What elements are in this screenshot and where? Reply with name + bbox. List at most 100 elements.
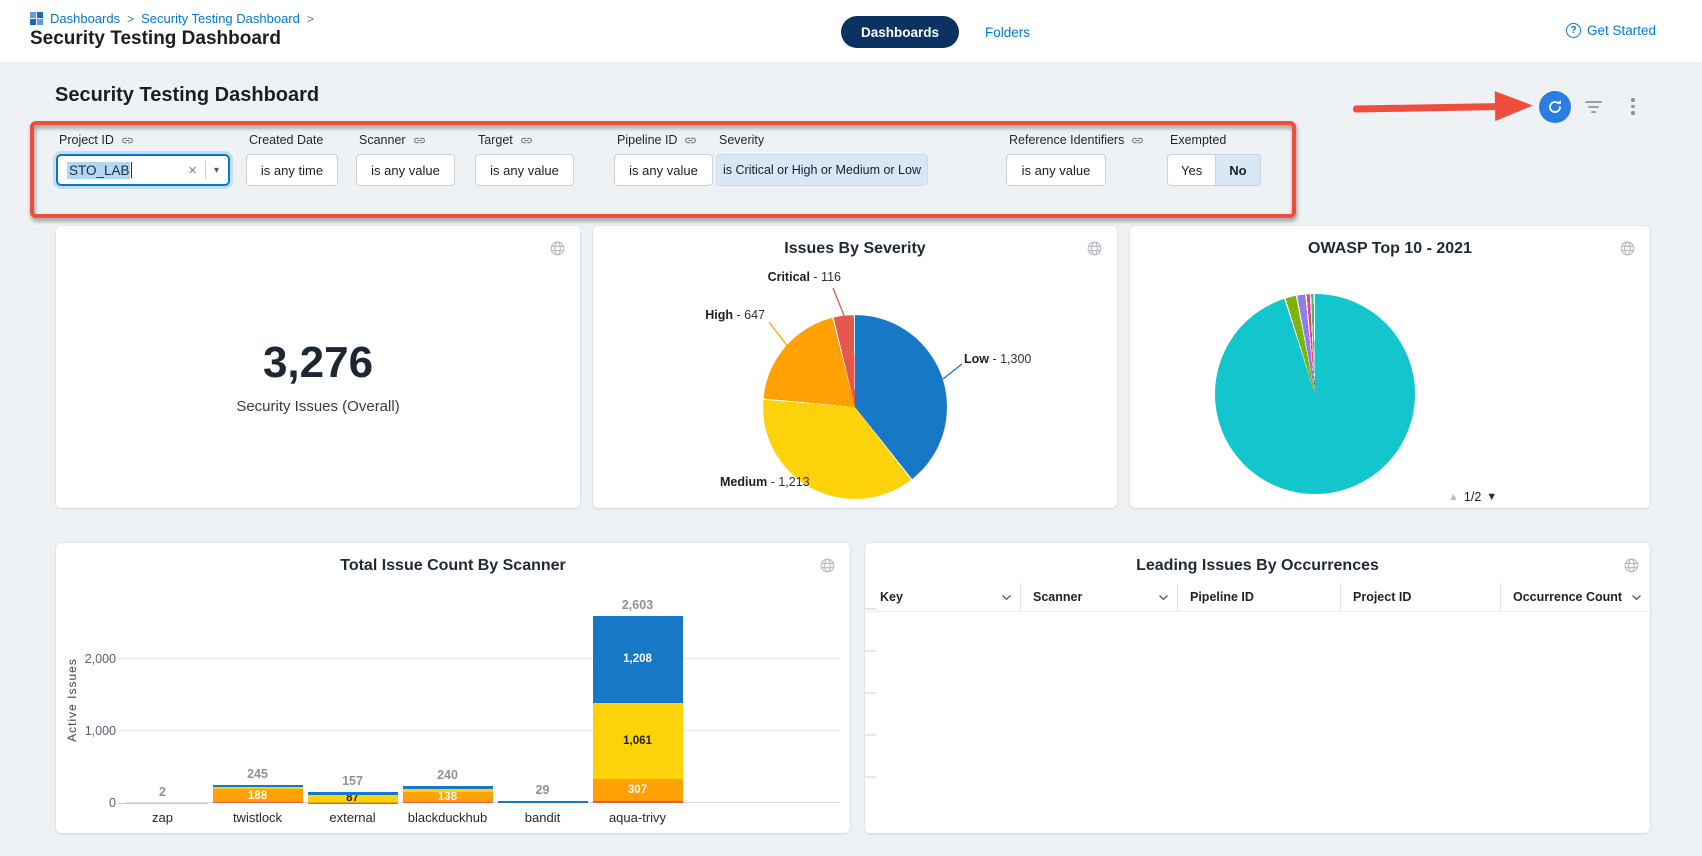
owasp-pager: ▲ 1/2 ▼ xyxy=(1448,490,1497,504)
filter-label: Pipeline ID xyxy=(617,133,677,147)
filter-exempted: Exempted Yes No xyxy=(1167,133,1261,186)
bar-column-twistlock[interactable]: 245188twistlock xyxy=(210,593,305,803)
bar-column-aqua-trivy[interactable]: 2,6033071,0611,208aqua-trivy xyxy=(590,593,685,803)
column-header-occurrence-count[interactable]: Occurrence Count xyxy=(1500,583,1650,611)
bar-segment-low[interactable]: 1,208 xyxy=(593,616,683,703)
filter-created-date: Created Date is any time xyxy=(246,133,338,186)
globe-icon xyxy=(1623,557,1640,574)
filter-severity: Severity is Critical or High or Medium o… xyxy=(716,133,928,186)
column-header-pipeline-id[interactable]: Pipeline ID xyxy=(1177,583,1340,611)
bar-segment-high[interactable]: 188 xyxy=(213,789,303,803)
tab-folders[interactable]: Folders xyxy=(985,25,1030,40)
bar-column-bandit[interactable]: 29bandit xyxy=(495,593,590,803)
overall-count-label: Security Issues (Overall) xyxy=(56,398,580,415)
table-row-divider xyxy=(865,776,876,778)
exempted-yes-option[interactable]: Yes xyxy=(1168,155,1215,185)
bar-column-blackduckhub[interactable]: 240138blackduckhub xyxy=(400,593,495,803)
help-question-icon: ? xyxy=(1566,23,1581,38)
callout-critical: Critical - 116 xyxy=(768,270,841,284)
filter-project-id: Project ID STO_LAB × ▾ xyxy=(56,133,230,186)
exempted-toggle: Yes No xyxy=(1167,154,1261,186)
bar-segment-medium[interactable]: 1,061 xyxy=(593,703,683,779)
table-row-divider xyxy=(865,734,876,736)
bar-segment-high[interactable]: 307 xyxy=(593,779,683,801)
column-header-key[interactable]: Key xyxy=(865,583,1020,611)
card-total-issue-count-by-scanner: Total Issue Count By Scanner 01,0002,000… xyxy=(56,543,850,833)
scanner-filter-button[interactable]: is any value xyxy=(356,154,455,186)
target-filter-button[interactable]: is any value xyxy=(475,154,574,186)
link-icon xyxy=(520,134,533,147)
filter-label: Scanner xyxy=(359,133,406,147)
card-leading-issues-by-occurrences: Leading Issues By Occurrences Key Scanne… xyxy=(865,543,1650,833)
get-started-label: Get Started xyxy=(1587,23,1656,38)
globe-icon xyxy=(819,557,836,574)
filter-pipeline-id: Pipeline ID is any value xyxy=(614,133,713,186)
top-bar: Dashboards > Security Testing Dashboard … xyxy=(0,0,1702,63)
refresh-button[interactable] xyxy=(1539,91,1571,123)
page-down-icon[interactable]: ▼ xyxy=(1486,491,1497,503)
card-title: Total Issue Count By Scanner xyxy=(56,557,850,575)
project-id-input[interactable]: STO_LAB × ▾ xyxy=(56,154,230,186)
exempted-no-option[interactable]: No xyxy=(1215,155,1259,185)
bar-column-external[interactable]: 15787external xyxy=(305,593,400,803)
column-header-scanner[interactable]: Scanner xyxy=(1020,583,1177,611)
card-title: Issues By Severity xyxy=(593,240,1117,258)
table-row-divider xyxy=(865,608,876,610)
y-axis-label: Active Issues xyxy=(65,658,79,742)
filter-label: Target xyxy=(478,133,513,147)
bar-total-label: 245 xyxy=(247,767,268,781)
tab-dashboards[interactable]: Dashboards xyxy=(841,16,959,48)
breadcrumb-current[interactable]: Security Testing Dashboard xyxy=(141,11,300,26)
bar-segment-low[interactable] xyxy=(403,786,493,790)
dropdown-caret-icon[interactable]: ▾ xyxy=(214,165,219,176)
globe-icon xyxy=(549,240,566,257)
dashboard-filters-button[interactable] xyxy=(1585,101,1602,116)
bar-segment-medium[interactable]: 87 xyxy=(308,795,398,801)
bar-total-label: 157 xyxy=(342,774,363,788)
clear-icon[interactable]: × xyxy=(188,163,197,178)
card-title: Leading Issues By Occurrences xyxy=(865,557,1650,575)
text-cursor xyxy=(131,162,133,178)
bar-total-label: 240 xyxy=(437,768,458,782)
chevron-down-icon xyxy=(1158,594,1169,601)
bar-segment-low[interactable] xyxy=(213,785,303,787)
bar-segment-medium[interactable] xyxy=(403,789,493,792)
table-row-divider xyxy=(865,650,876,652)
severity-filter-button[interactable]: is Critical or High or Medium or Low xyxy=(716,154,928,186)
bar-segment-critical[interactable] xyxy=(213,802,303,803)
project-id-value: STO_LAB xyxy=(67,162,130,179)
annotation-arrow xyxy=(1353,90,1536,124)
bar-segment-value: 1,061 xyxy=(593,735,683,747)
link-icon xyxy=(1131,134,1144,147)
bar-segment-high[interactable]: 138 xyxy=(403,792,493,802)
table-header-row: Key Scanner Pipeline ID Project ID Occur… xyxy=(865,583,1650,612)
filter-label: Exempted xyxy=(1170,133,1226,147)
created-date-filter-button[interactable]: is any time xyxy=(246,154,338,186)
bar-segment-low[interactable] xyxy=(308,792,398,796)
more-options-kebab[interactable] xyxy=(1631,98,1635,118)
bar-segment-medium[interactable] xyxy=(213,787,303,788)
bar-column-zap[interactable]: 2zap xyxy=(115,593,210,803)
link-icon xyxy=(684,134,697,147)
bar-category-label: aqua-trivy xyxy=(580,810,695,825)
page-up-icon[interactable]: ▲ xyxy=(1448,491,1459,503)
bar-segment-critical[interactable] xyxy=(593,801,683,803)
bar-total-label: 2 xyxy=(159,785,166,799)
owasp-pie-chart[interactable] xyxy=(1215,294,1415,494)
card-security-issues-overall: 3,276 Security Issues (Overall) xyxy=(56,226,580,508)
bar-segment-value: 188 xyxy=(213,790,303,802)
bar-segment-low[interactable] xyxy=(498,801,588,803)
page-title: Security Testing Dashboard xyxy=(30,28,281,50)
pipeline-id-filter-button[interactable]: is any value xyxy=(614,154,713,186)
callout-low: Low - 1,300 xyxy=(964,352,1031,366)
breadcrumb-dashboards[interactable]: Dashboards xyxy=(50,11,120,26)
column-header-project-id[interactable]: Project ID xyxy=(1340,583,1500,611)
get-started-link[interactable]: ? Get Started xyxy=(1566,23,1656,38)
breadcrumb-separator: > xyxy=(307,12,314,26)
refresh-icon xyxy=(1546,98,1564,116)
reference-identifiers-filter-button[interactable]: is any value xyxy=(1006,154,1106,186)
bar-segment-value: 138 xyxy=(403,791,493,803)
severity-pie-chart[interactable] xyxy=(763,315,947,499)
filter-target: Target is any value xyxy=(475,133,574,186)
filter-reference-identifiers: Reference Identifiers is any value xyxy=(1006,133,1144,186)
